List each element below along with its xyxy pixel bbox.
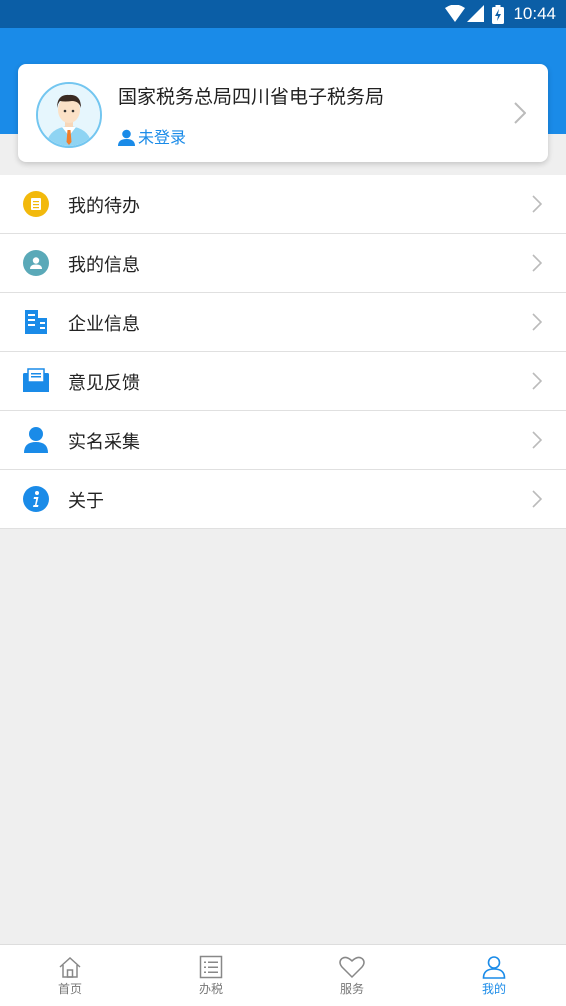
user-icon	[118, 129, 135, 146]
profile-card[interactable]: 国家税务总局四川省电子税务局 未登录	[18, 64, 548, 162]
heart-icon	[339, 956, 365, 979]
menu-item-label: 实名采集	[68, 432, 140, 453]
person-icon	[24, 427, 48, 453]
tab-label: 我的	[481, 982, 506, 996]
bottom-tab-bar: 首页 办税 服务 我的	[0, 944, 566, 1006]
list-icon	[199, 955, 223, 979]
user-icon	[482, 956, 506, 979]
status-bar: 10:44	[0, 0, 566, 28]
login-status-label: 未登录	[138, 128, 187, 147]
tab-mine[interactable]: 我的	[454, 945, 534, 1006]
tab-label: 办税	[198, 982, 223, 996]
chevron-right-icon	[532, 490, 542, 508]
chevron-right-icon	[532, 372, 542, 390]
menu-item-feedback[interactable]: 意见反馈	[0, 352, 566, 411]
info-icon	[23, 486, 49, 512]
chevron-right-icon	[532, 195, 542, 213]
login-link[interactable]: 未登录	[118, 124, 186, 148]
menu-item-label: 我的待办	[68, 196, 140, 217]
menu-item-real-name[interactable]: 实名采集	[0, 411, 566, 470]
home-icon	[59, 956, 81, 978]
menu-item-label: 企业信息	[68, 314, 140, 335]
user-info-icon	[23, 250, 49, 276]
building-icon	[25, 310, 47, 334]
cell-signal-icon	[467, 5, 484, 22]
menu-item-label: 我的信息	[68, 255, 140, 276]
menu-item-label: 关于	[68, 491, 104, 512]
feedback-mail-icon	[23, 368, 49, 392]
tab-tax[interactable]: 办税	[171, 945, 251, 1006]
chevron-right-icon	[514, 102, 526, 124]
menu-item-company-info[interactable]: 企业信息	[0, 293, 566, 352]
wifi-icon	[445, 5, 465, 22]
battery-charging-icon	[492, 5, 504, 24]
tab-service[interactable]: 服务	[312, 945, 392, 1006]
tab-label: 首页	[57, 982, 82, 996]
chevron-right-icon	[532, 313, 542, 331]
chevron-right-icon	[532, 431, 542, 449]
tab-home[interactable]: 首页	[30, 945, 110, 1006]
menu-list: 我的待办 我的信息 企业信息 意见反馈 实名采集 关于	[0, 175, 566, 529]
menu-item-about[interactable]: 关于	[0, 470, 566, 529]
status-time: 10:44	[513, 4, 556, 23]
menu-item-my-info[interactable]: 我的信息	[0, 234, 566, 293]
menu-item-todo[interactable]: 我的待办	[0, 175, 566, 234]
tab-label: 服务	[339, 982, 364, 996]
avatar	[36, 82, 102, 148]
avatar-illustration	[38, 84, 100, 146]
menu-item-label: 意见反馈	[68, 373, 140, 394]
todo-icon	[23, 191, 49, 217]
chevron-right-icon	[532, 254, 542, 272]
profile-title: 国家税务总局四川省电子税务局	[118, 86, 385, 108]
